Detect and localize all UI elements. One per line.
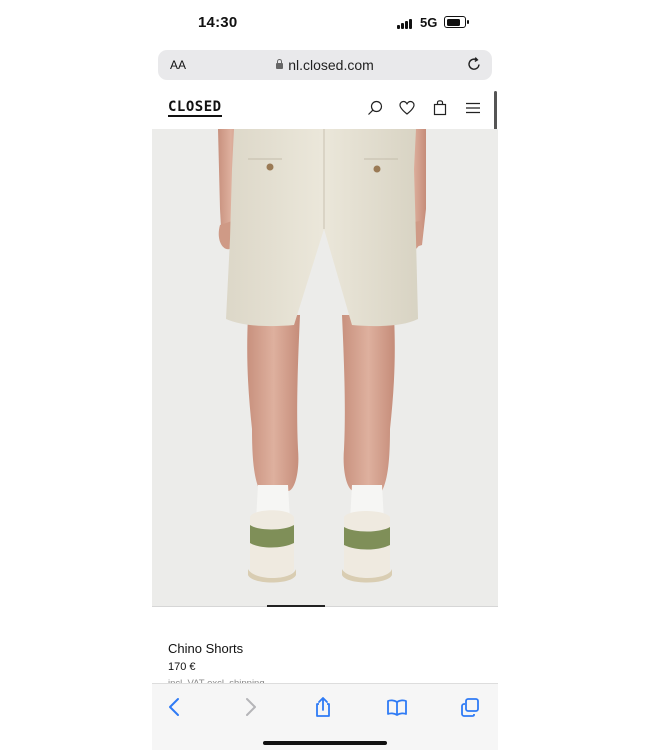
menu-icon[interactable] [464,99,482,117]
phone-screen: 14:30 5G AA nl.closed.com CLOSED Chino S… [152,0,498,750]
site-header: CLOSED [152,88,498,130]
closed-logo[interactable]: CLOSED [168,100,222,117]
back-icon[interactable] [164,696,186,718]
product-title: Chino Shorts [168,641,244,656]
search-icon[interactable] [366,99,384,117]
signal-icon [397,17,415,29]
model-wearing-shorts [218,129,426,583]
forward-icon[interactable] [239,696,261,718]
status-time: 14:30 [198,14,238,31]
tabs-icon[interactable] [459,696,481,718]
heart-icon[interactable] [398,99,416,117]
bookmarks-icon[interactable] [386,696,408,718]
status-bar: 14:30 5G [152,0,498,46]
url-field[interactable]: nl.closed.com [158,57,492,73]
reload-icon[interactable] [466,56,482,72]
product-price: 170 € [168,661,196,673]
home-indicator[interactable] [263,741,387,745]
lock-icon [276,59,284,69]
bag-icon[interactable] [431,99,449,117]
image-divider [152,606,498,607]
battery-icon [444,16,469,28]
image-carousel-indicator[interactable] [267,605,325,607]
address-bar[interactable]: AA nl.closed.com [158,50,492,80]
network-label: 5G [420,15,438,30]
share-icon[interactable] [312,696,334,718]
browser-toolbar [152,683,498,750]
url-text: nl.closed.com [288,57,374,73]
product-image[interactable] [152,129,498,607]
